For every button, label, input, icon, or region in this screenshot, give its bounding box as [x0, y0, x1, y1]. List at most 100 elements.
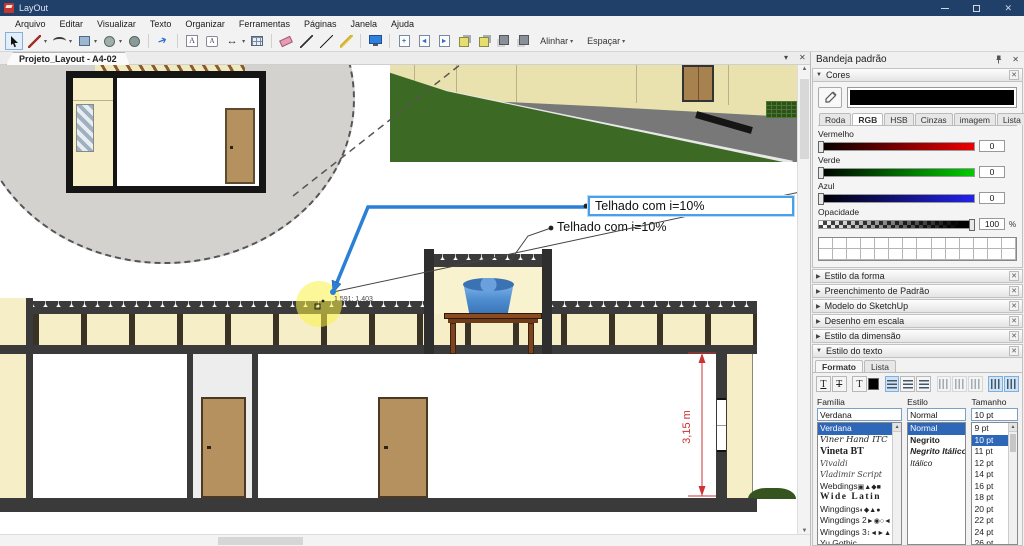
- expand-arrow-icon[interactable]: ▶: [816, 288, 821, 295]
- close-icon[interactable]: ✕: [1009, 301, 1019, 311]
- color-swatch[interactable]: [875, 249, 890, 260]
- dimension-tool[interactable]: ↔: [223, 32, 241, 50]
- text-cursor-button[interactable]: T: [852, 376, 867, 392]
- close-icon[interactable]: ✕: [1009, 70, 1019, 80]
- next-page-button[interactable]: ►: [435, 32, 453, 50]
- scrollbar-thumb[interactable]: [1010, 434, 1016, 452]
- rectangle-tool[interactable]: [75, 32, 93, 50]
- menu-item[interactable]: Páginas: [297, 19, 344, 29]
- style-option[interactable]: Itálico: [908, 458, 965, 470]
- previous-page-button[interactable]: ◄: [415, 32, 433, 50]
- color-swatch[interactable]: [847, 238, 862, 249]
- scroll-up-icon[interactable]: ▲: [1009, 423, 1017, 432]
- color-swatch[interactable]: [875, 238, 890, 249]
- color-swatch[interactable]: [889, 238, 904, 249]
- color-swatch[interactable]: [973, 238, 988, 249]
- slider-value[interactable]: 0: [979, 166, 1005, 178]
- style-pen-tool[interactable]: [297, 32, 315, 50]
- panel-section-header[interactable]: ▶ Desenho em escala ✕: [812, 314, 1023, 328]
- size-option[interactable]: 20 pt: [972, 504, 1008, 516]
- minimize-icon[interactable]: [941, 7, 950, 9]
- menu-item[interactable]: Ferramentas: [232, 19, 297, 29]
- vertical-scrollbar[interactable]: ▲ ▼: [797, 65, 810, 535]
- size-input[interactable]: 10 pt: [971, 408, 1018, 421]
- roof-label[interactable]: Telhado com i=10%: [557, 220, 666, 234]
- color-swatch[interactable]: [861, 238, 876, 249]
- align-left-button[interactable]: [884, 376, 900, 392]
- size-option[interactable]: 11 pt: [972, 446, 1008, 458]
- list-scrollbar[interactable]: ▲: [892, 423, 902, 544]
- font-option[interactable]: Wide Latin: [818, 492, 892, 504]
- font-option[interactable]: Webdings▣▲◆■: [818, 481, 892, 493]
- horizontal-scrollbar[interactable]: [0, 534, 810, 546]
- panel-section-header[interactable]: ▶ Estilo da forma ✕: [812, 269, 1023, 283]
- collapse-arrow-icon[interactable]: ▼: [816, 72, 822, 78]
- move-forward-button[interactable]: [455, 32, 473, 50]
- style-tool[interactable]: ➔: [154, 32, 172, 50]
- eraser-tool[interactable]: [277, 32, 295, 50]
- color-swatch[interactable]: [945, 249, 960, 260]
- document-tab[interactable]: Projeto_Layout - A4-02: [6, 52, 130, 65]
- slider-thumb[interactable]: [818, 166, 824, 179]
- chevron-down-icon[interactable]: ▾: [69, 38, 72, 45]
- circle-tool[interactable]: [100, 32, 118, 50]
- drawing-canvas[interactable]: 1.591; 1.403 Telhado com i=10% Telhado c…: [0, 65, 797, 535]
- slider-track[interactable]: [818, 218, 975, 231]
- color-swatch[interactable]: [903, 249, 918, 260]
- vertical-stretch-button[interactable]: [1004, 376, 1020, 392]
- color-swatch[interactable]: [833, 249, 848, 260]
- slider-value[interactable]: 100: [979, 218, 1005, 230]
- font-option[interactable]: Wingdings◐◆▲●: [818, 504, 892, 516]
- arc-tool[interactable]: [50, 32, 68, 50]
- color-swatch[interactable]: [987, 249, 1002, 260]
- style-option[interactable]: Normal: [908, 423, 966, 435]
- align-menu[interactable]: Alinhar ▾: [540, 36, 575, 46]
- font-option[interactable]: Yu Gothic: [818, 538, 892, 544]
- slider-track[interactable]: [818, 166, 975, 179]
- close-icon[interactable]: ✕: [1009, 346, 1019, 356]
- add-page-button[interactable]: +: [395, 32, 413, 50]
- font-option[interactable]: Vladimir Script: [818, 469, 892, 481]
- size-option[interactable]: 12 pt: [972, 458, 1008, 470]
- close-icon[interactable]: ✕: [1009, 331, 1019, 341]
- pin-icon[interactable]: [994, 55, 1003, 64]
- maximize-icon[interactable]: [973, 4, 981, 12]
- font-option[interactable]: Verdana: [818, 423, 893, 435]
- color-swatch[interactable]: [917, 249, 932, 260]
- style-list[interactable]: Normal Negrito Negrito Itálico Itálico: [907, 422, 967, 545]
- close-icon[interactable]: ✕: [1004, 3, 1012, 13]
- chevron-down-icon[interactable]: ▾: [94, 38, 97, 45]
- color-swatch[interactable]: [833, 238, 848, 249]
- label-tool[interactable]: A: [203, 32, 221, 50]
- slider-track[interactable]: [818, 192, 975, 205]
- menu-item[interactable]: Texto: [143, 19, 179, 29]
- color-swatch[interactable]: [931, 249, 946, 260]
- align-center-button[interactable]: [900, 376, 916, 392]
- select-tool[interactable]: [5, 32, 23, 50]
- list-scrollbar[interactable]: ▲: [1008, 423, 1017, 544]
- color-swatch[interactable]: [889, 249, 904, 260]
- bring-front-button[interactable]: [495, 32, 513, 50]
- table-tool[interactable]: [248, 32, 266, 50]
- slider-thumb[interactable]: [818, 140, 824, 153]
- eyedropper-button[interactable]: [818, 87, 842, 108]
- color-swatch[interactable]: [1001, 249, 1016, 260]
- anchor-top-button[interactable]: [936, 376, 952, 392]
- scroll-up-icon[interactable]: ▲: [893, 423, 902, 432]
- close-document-icon[interactable]: ✕: [799, 53, 806, 62]
- font-option[interactable]: Vineta BT: [818, 446, 892, 458]
- dimension-text[interactable]: 3,15 m: [681, 405, 695, 449]
- style-option[interactable]: Negrito Itálico: [908, 446, 965, 458]
- menu-item[interactable]: Arquivo: [8, 19, 53, 29]
- size-option[interactable]: 14 pt: [972, 469, 1008, 481]
- space-menu[interactable]: Espaçar ▾: [587, 36, 627, 46]
- expand-arrow-icon[interactable]: ▶: [816, 273, 821, 280]
- expand-arrow-icon[interactable]: ▶: [816, 333, 821, 340]
- cores-section-header[interactable]: ▼ Cores ✕: [812, 68, 1023, 82]
- size-option[interactable]: 26 pt: [972, 538, 1008, 544]
- family-input[interactable]: Verdana: [817, 408, 903, 421]
- color-swatch[interactable]: [987, 238, 1002, 249]
- pen-tool[interactable]: [317, 32, 335, 50]
- size-option[interactable]: 22 pt: [972, 515, 1008, 527]
- collapse-arrow-icon[interactable]: ▼: [816, 348, 822, 354]
